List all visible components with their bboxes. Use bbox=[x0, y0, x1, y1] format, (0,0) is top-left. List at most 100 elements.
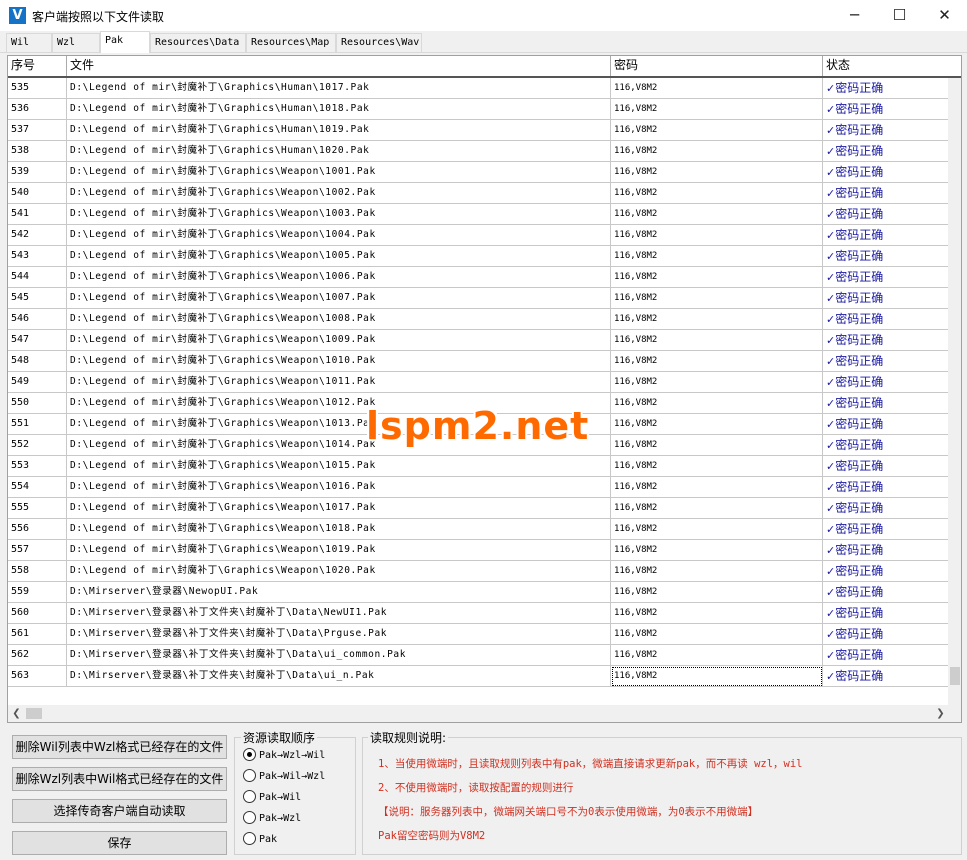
row-file-path[interactable]: D:\Legend of mir\封魔补丁\Graphics\Weapon\10… bbox=[67, 519, 611, 540]
row-file-path[interactable]: D:\Legend of mir\封魔补丁\Graphics\Weapon\10… bbox=[67, 561, 611, 582]
row-password[interactable]: 116,V8M2 bbox=[611, 246, 823, 267]
row-password[interactable]: 116,V8M2 bbox=[611, 498, 823, 519]
radio-icon[interactable] bbox=[243, 831, 256, 845]
radio-icon[interactable] bbox=[243, 810, 256, 824]
row-password[interactable]: 116,V8M2 bbox=[611, 225, 823, 246]
row-file-path[interactable]: D:\Legend of mir\封魔补丁\Graphics\Weapon\10… bbox=[67, 456, 611, 477]
row-password[interactable]: 116,V8M2 bbox=[611, 582, 823, 603]
table-row[interactable]: 548 D:\Legend of mir\封魔补丁\Graphics\Weapon… bbox=[8, 351, 948, 372]
row-file-path[interactable]: D:\Legend of mir\封魔补丁\Graphics\Weapon\10… bbox=[67, 288, 611, 309]
row-file-path[interactable]: D:\Mirserver\登录器\补丁文件夹\封魔补丁\Data\ui_n.Pa… bbox=[67, 666, 611, 687]
row-password[interactable]: 116,V8M2 bbox=[611, 666, 823, 687]
column-header-no[interactable]: 序号 bbox=[8, 56, 67, 76]
order-option-pak[interactable]: Pak bbox=[243, 831, 277, 848]
table-row[interactable]: 538 D:\Legend of mir\封魔补丁\Graphics\Human\… bbox=[8, 141, 948, 162]
table-row[interactable]: 556 D:\Legend of mir\封魔补丁\Graphics\Weapon… bbox=[8, 519, 948, 540]
row-file-path[interactable]: D:\Legend of mir\封魔补丁\Graphics\Weapon\10… bbox=[67, 204, 611, 225]
row-file-path[interactable]: D:\Mirserver\登录器\补丁文件夹\封魔补丁\Data\ui_comm… bbox=[67, 645, 611, 666]
row-password[interactable]: 116,V8M2 bbox=[611, 351, 823, 372]
row-password[interactable]: 116,V8M2 bbox=[611, 162, 823, 183]
table-row[interactable]: 536 D:\Legend of mir\封魔补丁\Graphics\Human\… bbox=[8, 99, 948, 120]
table-row[interactable]: 554 D:\Legend of mir\封魔补丁\Graphics\Weapon… bbox=[8, 477, 948, 498]
table-row[interactable]: 563 D:\Mirserver\登录器\补丁文件夹\封魔补丁\Data\ui_n… bbox=[8, 666, 948, 687]
delete-wzl-duplicates-button[interactable]: 删除Wzl列表中Wil格式已经存在的文件 bbox=[12, 767, 227, 791]
table-row[interactable]: 543 D:\Legend of mir\封魔补丁\Graphics\Weapon… bbox=[8, 246, 948, 267]
row-file-path[interactable]: D:\Legend of mir\封魔补丁\Graphics\Weapon\10… bbox=[67, 330, 611, 351]
row-file-path[interactable]: D:\Legend of mir\封魔补丁\Graphics\Human\101… bbox=[67, 120, 611, 141]
tab-resources-wav[interactable]: Resources\Wav bbox=[336, 33, 422, 52]
vertical-scrollbar[interactable] bbox=[948, 78, 961, 705]
row-file-path[interactable]: D:\Legend of mir\封魔补丁\Graphics\Human\101… bbox=[67, 99, 611, 120]
row-file-path[interactable]: D:\Legend of mir\封魔补丁\Graphics\Weapon\10… bbox=[67, 162, 611, 183]
table-row[interactable]: 544 D:\Legend of mir\封魔补丁\Graphics\Weapon… bbox=[8, 267, 948, 288]
row-password[interactable]: 116,V8M2 bbox=[611, 120, 823, 141]
row-password[interactable]: 116,V8M2 bbox=[611, 519, 823, 540]
column-header-status[interactable]: 状态 bbox=[823, 56, 961, 76]
table-row[interactable]: 558 D:\Legend of mir\封魔补丁\Graphics\Weapon… bbox=[8, 561, 948, 582]
row-password[interactable]: 116,V8M2 bbox=[611, 330, 823, 351]
row-password[interactable]: 116,V8M2 bbox=[611, 141, 823, 162]
row-file-path[interactable]: D:\Legend of mir\封魔补丁\Graphics\Human\101… bbox=[67, 78, 611, 99]
row-file-path[interactable]: D:\Mirserver\登录器\补丁文件夹\封魔补丁\Data\NewUI1.… bbox=[67, 603, 611, 624]
table-row[interactable]: 535 D:\Legend of mir\封魔补丁\Graphics\Human\… bbox=[8, 78, 948, 99]
table-row[interactable]: 542 D:\Legend of mir\封魔补丁\Graphics\Weapon… bbox=[8, 225, 948, 246]
row-file-path[interactable]: D:\Legend of mir\封魔补丁\Graphics\Weapon\10… bbox=[67, 372, 611, 393]
row-password[interactable]: 116,V8M2 bbox=[611, 456, 823, 477]
table-row[interactable]: 545 D:\Legend of mir\封魔补丁\Graphics\Weapon… bbox=[8, 288, 948, 309]
row-password[interactable]: 116,V8M2 bbox=[611, 99, 823, 120]
row-file-path[interactable]: D:\Legend of mir\封魔补丁\Graphics\Weapon\10… bbox=[67, 246, 611, 267]
table-row[interactable]: 537 D:\Legend of mir\封魔补丁\Graphics\Human\… bbox=[8, 120, 948, 141]
order-option-pak-wil-wzl[interactable]: Pak→Wil→Wzl bbox=[243, 768, 325, 785]
tab-pak[interactable]: Pak bbox=[100, 31, 150, 53]
row-file-path[interactable]: D:\Legend of mir\封魔补丁\Graphics\Weapon\10… bbox=[67, 225, 611, 246]
column-header-password[interactable]: 密码 bbox=[611, 56, 823, 76]
table-row[interactable]: 559 D:\Mirserver\登录器\NewopUI.Pak 116,V8M2 ✓… bbox=[8, 582, 948, 603]
save-button[interactable]: 保存 bbox=[12, 831, 227, 855]
horizontal-scrollbar[interactable]: ❮ ❯ bbox=[8, 705, 961, 722]
row-password[interactable]: 116,V8M2 bbox=[611, 78, 823, 99]
row-file-path[interactable]: D:\Legend of mir\封魔补丁\Graphics\Weapon\10… bbox=[67, 498, 611, 519]
tab-wzl[interactable]: Wzl bbox=[52, 33, 100, 52]
row-password[interactable]: 116,V8M2 bbox=[611, 372, 823, 393]
vertical-scroll-thumb[interactable] bbox=[950, 667, 960, 685]
row-password[interactable]: 116,V8M2 bbox=[611, 435, 823, 456]
radio-selected-icon[interactable] bbox=[243, 747, 256, 761]
row-file-path[interactable]: D:\Mirserver\登录器\补丁文件夹\封魔补丁\Data\Prguse.… bbox=[67, 624, 611, 645]
table-row[interactable]: 547 D:\Legend of mir\封魔补丁\Graphics\Weapon… bbox=[8, 330, 948, 351]
row-password[interactable]: 116,V8M2 bbox=[611, 183, 823, 204]
row-file-path[interactable]: D:\Legend of mir\封魔补丁\Graphics\Human\102… bbox=[67, 141, 611, 162]
row-password[interactable]: 116,V8M2 bbox=[611, 477, 823, 498]
close-button[interactable]: ✕ bbox=[922, 0, 967, 31]
table-row[interactable]: 562 D:\Mirserver\登录器\补丁文件夹\封魔补丁\Data\ui_c… bbox=[8, 645, 948, 666]
row-file-path[interactable]: D:\Legend of mir\封魔补丁\Graphics\Weapon\10… bbox=[67, 540, 611, 561]
order-option-pak-wil[interactable]: Pak→Wil bbox=[243, 789, 301, 806]
row-file-path[interactable]: D:\Legend of mir\封魔补丁\Graphics\Weapon\10… bbox=[67, 351, 611, 372]
row-password[interactable]: 116,V8M2 bbox=[611, 561, 823, 582]
row-file-path[interactable]: D:\Legend of mir\封魔补丁\Graphics\Weapon\10… bbox=[67, 183, 611, 204]
table-row[interactable]: 553 D:\Legend of mir\封魔补丁\Graphics\Weapon… bbox=[8, 456, 948, 477]
row-file-path[interactable]: D:\Mirserver\登录器\NewopUI.Pak bbox=[67, 582, 611, 603]
row-password[interactable]: 116,V8M2 bbox=[611, 309, 823, 330]
scroll-left-icon[interactable]: ❮ bbox=[8, 705, 25, 722]
table-row[interactable]: 541 D:\Legend of mir\封魔补丁\Graphics\Weapon… bbox=[8, 204, 948, 225]
tab-resources-data[interactable]: Resources\Data bbox=[150, 33, 246, 52]
row-file-path[interactable]: D:\Legend of mir\封魔补丁\Graphics\Weapon\10… bbox=[67, 309, 611, 330]
row-password[interactable]: 116,V8M2 bbox=[611, 288, 823, 309]
radio-icon[interactable] bbox=[243, 768, 256, 782]
tab-wil[interactable]: Wil bbox=[6, 33, 52, 52]
row-password[interactable]: 116,V8M2 bbox=[611, 540, 823, 561]
row-file-path[interactable]: D:\Legend of mir\封魔补丁\Graphics\Weapon\10… bbox=[67, 267, 611, 288]
row-password[interactable]: 116,V8M2 bbox=[611, 204, 823, 225]
order-option-pak-wzl[interactable]: Pak→Wzl bbox=[243, 810, 301, 827]
table-row[interactable]: 546 D:\Legend of mir\封魔补丁\Graphics\Weapon… bbox=[8, 309, 948, 330]
row-password[interactable]: 116,V8M2 bbox=[611, 645, 823, 666]
row-password[interactable]: 116,V8M2 bbox=[611, 624, 823, 645]
table-row[interactable]: 555 D:\Legend of mir\封魔补丁\Graphics\Weapon… bbox=[8, 498, 948, 519]
row-password[interactable]: 116,V8M2 bbox=[611, 603, 823, 624]
column-header-file[interactable]: 文件 bbox=[67, 56, 611, 76]
table-row[interactable]: 557 D:\Legend of mir\封魔补丁\Graphics\Weapon… bbox=[8, 540, 948, 561]
horizontal-scroll-thumb[interactable] bbox=[26, 708, 42, 719]
row-password[interactable]: 116,V8M2 bbox=[611, 267, 823, 288]
row-password[interactable]: 116,V8M2 bbox=[611, 393, 823, 414]
tab-resources-map[interactable]: Resources\Map bbox=[246, 33, 336, 52]
